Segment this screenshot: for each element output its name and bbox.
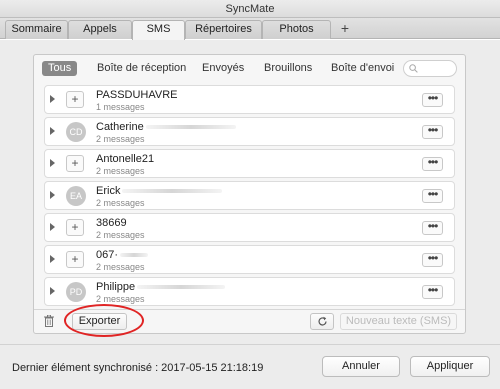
message-count: 2 messages bbox=[96, 198, 145, 208]
more-options-button[interactable]: ••• bbox=[422, 284, 443, 299]
filter-inbox[interactable]: Boîte de réception bbox=[97, 61, 186, 76]
filter-bar: Tous Boîte de réception Envoyés Brouillo… bbox=[34, 55, 465, 83]
more-options-button[interactable]: ••• bbox=[422, 92, 443, 107]
list-item[interactable]: PD Philippe 2 messages ••• bbox=[44, 277, 455, 306]
tab-sms[interactable]: SMS bbox=[132, 20, 185, 40]
conversation-name: Antonelle21 bbox=[96, 153, 155, 165]
tab-appels[interactable]: Appels bbox=[68, 20, 132, 39]
message-count: 1 messages bbox=[96, 102, 145, 112]
filter-sent[interactable]: Envoyés bbox=[202, 61, 244, 76]
add-contact-button[interactable]: + bbox=[66, 251, 84, 268]
tab-photos[interactable]: Photos bbox=[262, 20, 331, 39]
expand-caret-icon[interactable] bbox=[50, 95, 55, 103]
redacted-text bbox=[122, 189, 223, 194]
trash-icon[interactable] bbox=[44, 315, 54, 327]
filter-tous[interactable]: Tous bbox=[42, 61, 78, 76]
filter-drafts[interactable]: Brouillons bbox=[264, 61, 312, 76]
message-count: 2 messages bbox=[96, 134, 145, 144]
add-contact-button[interactable]: + bbox=[66, 91, 84, 108]
expand-caret-icon[interactable] bbox=[50, 255, 55, 263]
message-count: 2 messages bbox=[96, 166, 145, 176]
redacted-text bbox=[120, 253, 149, 258]
sync-status: Dernier élément synchronisé : 2017-05-15… bbox=[12, 362, 264, 374]
tab-bar: Sommaire Appels SMS Répertoires Photos + bbox=[0, 18, 500, 40]
more-options-button[interactable]: ••• bbox=[422, 188, 443, 203]
expand-caret-icon[interactable] bbox=[50, 223, 55, 231]
message-count: 2 messages bbox=[96, 294, 145, 304]
expand-caret-icon[interactable] bbox=[50, 287, 55, 295]
add-tab-button[interactable]: + bbox=[336, 20, 354, 37]
conversation-name: PASSDUHAVRE bbox=[96, 89, 178, 101]
tab-repertoires[interactable]: Répertoires bbox=[185, 20, 262, 39]
avatar: PD bbox=[66, 282, 86, 302]
cancel-button[interactable]: Annuler bbox=[322, 356, 400, 377]
message-count: 2 messages bbox=[96, 230, 145, 240]
search-icon bbox=[409, 64, 418, 73]
refresh-button[interactable] bbox=[310, 313, 334, 330]
list-item[interactable]: + PASSDUHAVRE 1 messages ••• bbox=[44, 85, 455, 114]
tab-sommaire[interactable]: Sommaire bbox=[5, 20, 68, 39]
conversation-name: 38669 bbox=[96, 217, 127, 229]
window-title: SyncMate bbox=[0, 0, 500, 18]
expand-caret-icon[interactable] bbox=[50, 127, 55, 135]
conversation-name: Philippe bbox=[96, 281, 226, 293]
avatar: CD bbox=[66, 122, 86, 142]
conversation-name: Erick bbox=[96, 185, 223, 197]
avatar: EA bbox=[66, 186, 86, 206]
expand-caret-icon[interactable] bbox=[50, 159, 55, 167]
more-options-button[interactable]: ••• bbox=[422, 156, 443, 171]
redacted-text bbox=[145, 125, 236, 130]
export-highlight-circle bbox=[64, 304, 144, 337]
add-contact-button[interactable]: + bbox=[66, 219, 84, 236]
conversation-name: 067· bbox=[96, 249, 149, 261]
filter-outbox[interactable]: Boîte d'envoi bbox=[331, 61, 394, 76]
list-item[interactable]: + 38669 2 messages ••• bbox=[44, 213, 455, 242]
refresh-icon bbox=[317, 316, 327, 326]
sms-content: Tous Boîte de réception Envoyés Brouillo… bbox=[0, 40, 500, 389]
list-item[interactable]: + 067· 2 messages ••• bbox=[44, 245, 455, 274]
message-count: 2 messages bbox=[96, 262, 145, 272]
list-item[interactable]: + Antonelle21 2 messages ••• bbox=[44, 149, 455, 178]
list-item[interactable]: CD Catherine 2 messages ••• bbox=[44, 117, 455, 146]
new-text-button[interactable]: Nouveau texte (SMS) bbox=[340, 313, 457, 330]
redacted-text bbox=[137, 285, 226, 290]
add-contact-button[interactable]: + bbox=[66, 155, 84, 172]
more-options-button[interactable]: ••• bbox=[422, 252, 443, 267]
more-options-button[interactable]: ••• bbox=[422, 220, 443, 235]
apply-button[interactable]: Appliquer bbox=[410, 356, 490, 377]
conversation-name: Catherine bbox=[96, 121, 236, 133]
footer-divider bbox=[0, 344, 500, 345]
expand-caret-icon[interactable] bbox=[50, 191, 55, 199]
more-options-button[interactable]: ••• bbox=[422, 124, 443, 139]
list-item[interactable]: EA Erick 2 messages ••• bbox=[44, 181, 455, 210]
search-input[interactable] bbox=[403, 60, 457, 77]
sms-panel: Tous Boîte de réception Envoyés Brouillo… bbox=[33, 54, 466, 337]
